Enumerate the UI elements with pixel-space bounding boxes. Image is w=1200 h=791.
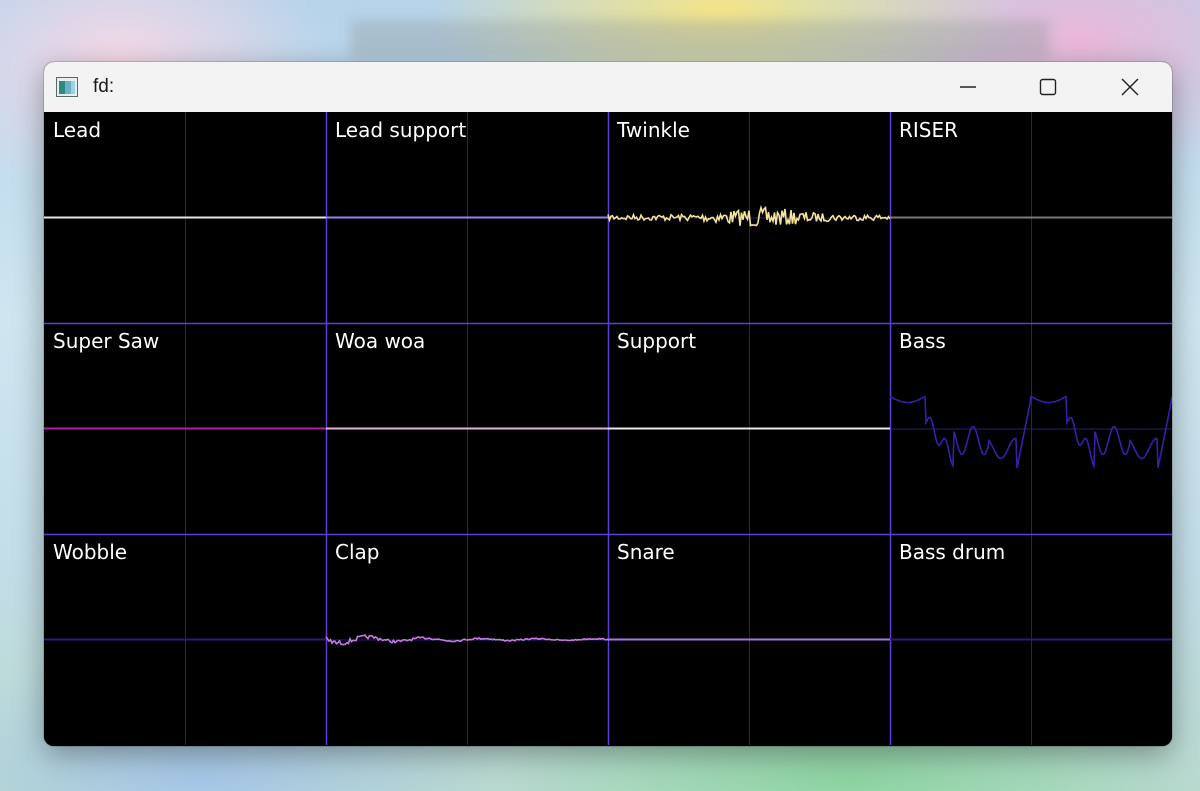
scope-label: Bass drum [899, 540, 1006, 564]
oscilloscope-grid: Lead Lead support Twinkle RISER Super Saw Woa… [44, 112, 1172, 746]
scope-cell: Snare [608, 534, 890, 745]
minimize-button[interactable] [928, 62, 1008, 112]
scope-cell: Wobble [44, 534, 326, 745]
scope-cell: Super Saw [44, 323, 326, 534]
close-icon [1121, 78, 1139, 96]
scope-label: Support [617, 329, 697, 353]
maximize-button[interactable] [1008, 62, 1088, 112]
scope-cell: Clap [326, 534, 608, 745]
window-title: fd: [93, 76, 115, 97]
scope-label: Bass [899, 329, 946, 353]
scope-label: Twinkle [617, 118, 690, 142]
scope-label: Woa woa [335, 329, 426, 353]
scope-label: Super Saw [53, 329, 160, 353]
scope-cell: Lead support [326, 112, 608, 323]
app-window: fd: Lead Lead support Twinkle RISER Super Sa… [44, 62, 1172, 746]
scope-label: Clap [335, 540, 380, 564]
scope-cell: Twinkle [608, 112, 890, 323]
scope-cell: Support [608, 323, 890, 534]
scope-cell: RISER [890, 112, 1172, 323]
scope-label: Snare [617, 540, 675, 564]
scope-cell: Woa woa [326, 323, 608, 534]
scope-label: Lead support [335, 118, 467, 142]
scope-cell: Lead [44, 112, 326, 323]
minimize-icon [960, 86, 976, 88]
scope-cell: Bass [890, 323, 1172, 534]
scope-label: Wobble [53, 540, 128, 564]
app-icon [56, 77, 78, 97]
title-bar[interactable]: fd: [44, 62, 1172, 112]
close-button[interactable] [1090, 62, 1170, 112]
scope-label: Lead [53, 118, 102, 142]
maximize-icon [1039, 78, 1057, 96]
scope-label: RISER [899, 118, 959, 142]
scope-cell: Bass drum [890, 534, 1172, 745]
